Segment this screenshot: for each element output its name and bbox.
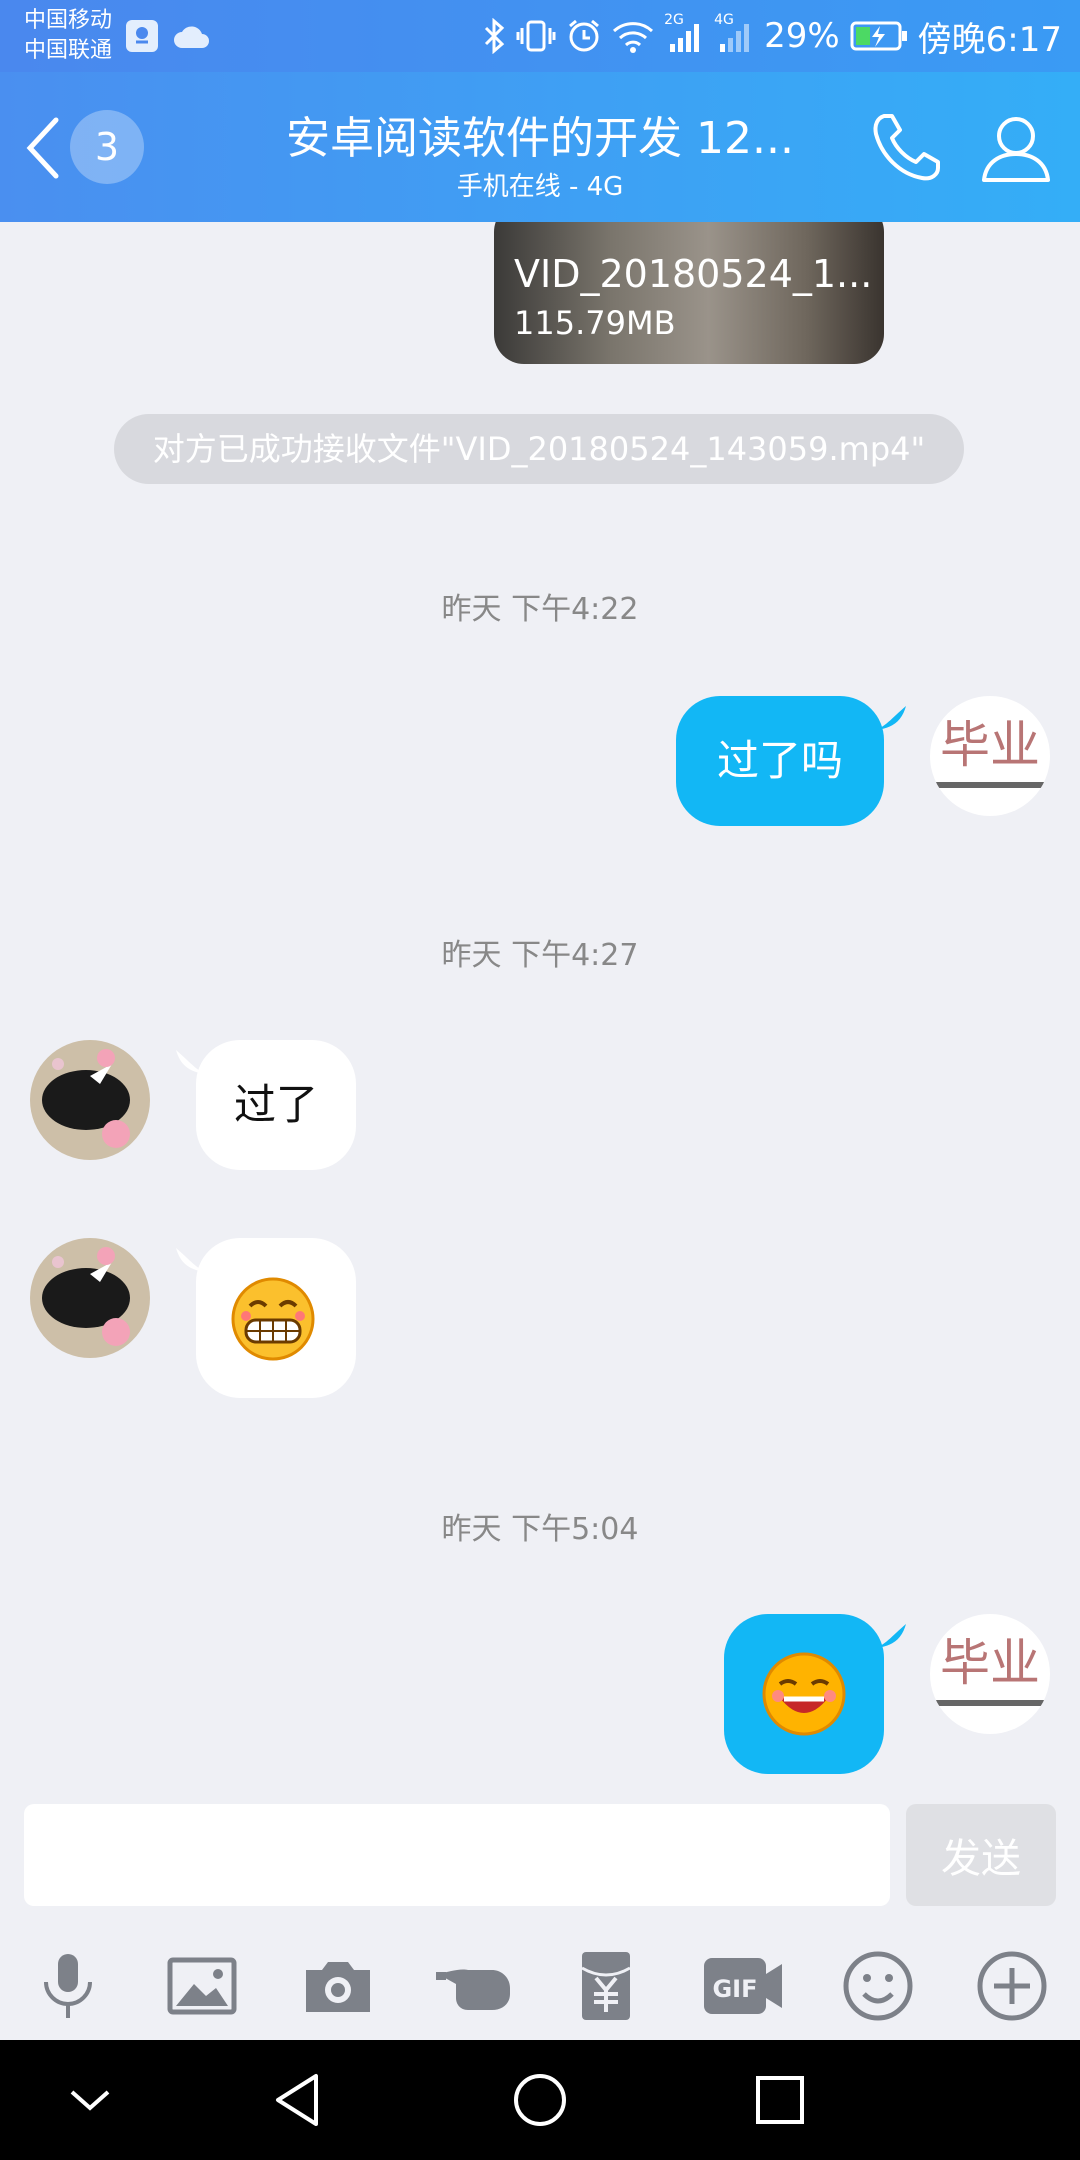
grin-emoji-icon [231, 1277, 315, 1361]
cloud-icon [172, 22, 212, 54]
home-nav-button[interactable] [508, 2070, 572, 2130]
call-button[interactable] [866, 108, 946, 188]
online-status: 手机在线 - 4G [456, 172, 624, 202]
send-button[interactable]: 发送 [906, 1804, 1056, 1906]
timestamp: 昨天 下午4:27 [441, 938, 639, 973]
bubble-tail [876, 706, 906, 730]
status-icons: 2G 4G 29% 傍晚6:17 [482, 0, 1062, 72]
phone-icon [866, 114, 946, 192]
chat-title: 安卓阅读软件的开发 12... [286, 113, 794, 164]
carrier-info: 中国移动 中国联通 [24, 6, 112, 66]
unread-count-badge: 3 [70, 110, 144, 184]
file-received-notice: 对方已成功接收文件"VID_20180524_143059.mp4" [114, 414, 964, 484]
message-bubble-incoming[interactable]: 过了 [196, 1040, 356, 1170]
voice-button[interactable] [30, 1948, 106, 2024]
message-input[interactable] [24, 1804, 890, 1906]
battery-charging-icon [850, 20, 908, 52]
svg-text:GIF: GIF [712, 1975, 757, 2003]
vibrate-icon [516, 18, 556, 54]
message-bubble-incoming[interactable] [196, 1238, 356, 1398]
timestamp: 昨天 下午4:22 [441, 592, 639, 627]
hide-nav-button[interactable] [58, 2070, 122, 2130]
carrier-2: 中国联通 [24, 38, 113, 63]
emoji-button[interactable] [840, 1948, 916, 2024]
avatar-text: 毕业 [940, 1634, 1040, 1692]
input-toolbar: GIF [0, 1916, 1080, 2040]
avatar-text: 毕业 [940, 716, 1040, 774]
battery-percent: 29% [764, 16, 840, 56]
bluetooth-icon [482, 18, 506, 54]
person-icon [976, 117, 1056, 192]
system-nav-bar [0, 2040, 1080, 2160]
message-text: 过了吗 [716, 736, 843, 785]
file-name: VID_20180524_1... [514, 252, 873, 296]
plus-circle-icon [977, 1951, 1047, 2021]
clock: 傍晚6:17 [917, 19, 1062, 60]
message-text: 过了 [233, 1080, 318, 1129]
contact-avatar[interactable] [30, 1040, 150, 1160]
square-recents-icon [756, 2076, 804, 2124]
smiley-face-icon [843, 1951, 913, 2021]
network-type-1: 2G [664, 12, 684, 28]
signal-2g-icon: 2G [664, 12, 704, 54]
gif-button[interactable]: GIF [700, 1948, 784, 2024]
message-bubble-outgoing[interactable]: 过了吗 [676, 696, 884, 826]
chat-header: 3 安卓阅读软件的开发 12... 手机在线 - 4G [0, 72, 1080, 222]
bubble-tail [876, 1624, 906, 1648]
recents-nav-button[interactable] [748, 2070, 812, 2130]
chevron-down-icon [70, 2090, 110, 2111]
video-file-card[interactable]: VID_20180524_1... 115.79MB [494, 222, 884, 364]
red-packet-button[interactable] [568, 1948, 644, 2024]
message-bubble-outgoing[interactable] [724, 1614, 884, 1774]
map-notification-icon [124, 18, 160, 58]
timestamp: 昨天 下午5:04 [441, 1512, 639, 1547]
my-avatar[interactable]: 毕业 [930, 1614, 1050, 1734]
pointing-hand-icon [436, 1969, 510, 2010]
red-packet-icon [581, 1952, 631, 2020]
file-size: 115.79MB [514, 304, 676, 342]
back-nav-button[interactable] [268, 2070, 332, 2130]
image-icon [167, 1957, 237, 2015]
message-list[interactable]: VID_20180524_1... 115.79MB 对方已成功接收文件"VID… [0, 222, 1080, 1800]
triangle-back-icon [276, 2074, 318, 2126]
status-bar: 中国移动 中国联通 2G 4G 29% 傍晚6:17 [0, 0, 1080, 72]
gallery-button[interactable] [164, 1948, 240, 2024]
smile-emoji-icon [762, 1652, 846, 1736]
my-avatar[interactable]: 毕业 [930, 696, 1050, 816]
circle-home-icon [514, 2074, 566, 2126]
back-button[interactable]: 3 [18, 110, 168, 184]
more-button[interactable] [974, 1948, 1050, 2024]
poke-button[interactable] [434, 1948, 510, 2024]
signal-4g-icon: 4G [714, 12, 754, 54]
back-arrow-icon [22, 116, 62, 184]
profile-button[interactable] [976, 108, 1056, 188]
notification-icons [124, 18, 212, 58]
microphone-icon [44, 1954, 92, 2018]
camera-icon [306, 1962, 370, 2012]
contact-avatar[interactable] [30, 1238, 150, 1358]
alarm-icon [566, 18, 602, 54]
wifi-icon [612, 19, 654, 53]
input-bar: 发送 [0, 1800, 1080, 1916]
camera-button[interactable] [300, 1948, 376, 2024]
gif-icon: GIF [704, 1958, 782, 2014]
network-type-2: 4G [714, 12, 734, 28]
carrier-1: 中国移动 [24, 8, 113, 33]
